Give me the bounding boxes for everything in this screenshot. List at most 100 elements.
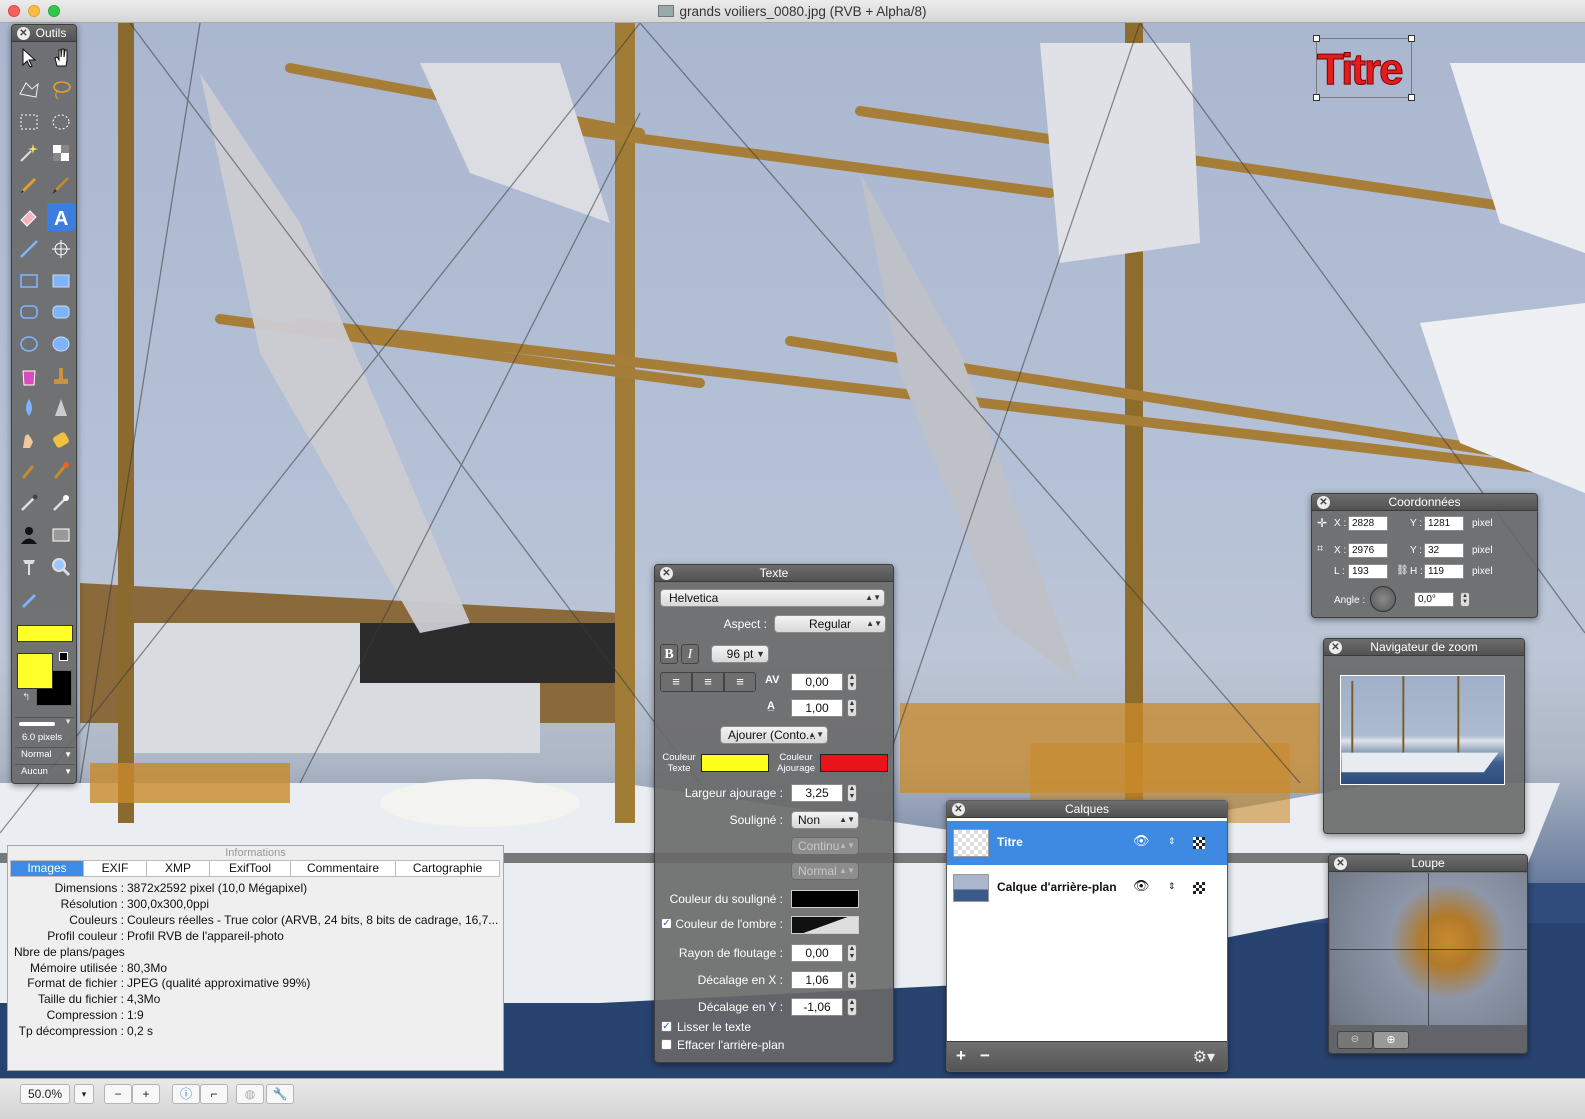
smooth-text-checkbox[interactable]: ✓ xyxy=(661,1021,672,1032)
layer-mask-icon[interactable] xyxy=(1193,882,1205,894)
tab-images[interactable]: Images xyxy=(11,861,84,876)
offset-y-field[interactable]: -1,06 xyxy=(791,998,843,1016)
info-icon[interactable]: ⓘ xyxy=(172,1084,200,1104)
tab-cartographie[interactable]: Cartographie xyxy=(396,861,499,876)
brush-size-selector[interactable]: ▼ xyxy=(15,717,74,729)
selection-y-field[interactable]: 32 xyxy=(1424,543,1464,558)
tool-sponge-icon[interactable] xyxy=(47,426,75,454)
layer-mask-icon[interactable] xyxy=(1193,837,1205,849)
text-color-swatch[interactable] xyxy=(701,754,769,772)
tool-rect-select-icon[interactable] xyxy=(15,108,43,136)
tool-filled-round-rect-icon[interactable] xyxy=(47,298,75,326)
blur-radius-field[interactable]: 0,00 xyxy=(791,944,843,962)
tool-text-icon[interactable]: A xyxy=(47,203,75,231)
zoom-level-field[interactable]: 50.0% xyxy=(20,1084,70,1104)
eye-icon[interactable]: 👁 xyxy=(1133,878,1150,894)
fill-mode-popup[interactable]: Aucun ▼ xyxy=(15,764,74,778)
tool-polygon-lasso-icon[interactable] xyxy=(15,76,43,104)
tool-magic-wand-icon[interactable] xyxy=(15,139,43,167)
offset-x-stepper[interactable]: ▲ ▼ xyxy=(847,971,857,989)
wrench-icon[interactable]: 🔧 xyxy=(266,1084,294,1104)
close-window-button[interactable] xyxy=(8,5,20,17)
tool-paint-bucket-icon[interactable] xyxy=(15,362,43,390)
tool-select-color-icon[interactable] xyxy=(47,139,75,167)
link-icon[interactable]: ⛓ xyxy=(1396,565,1409,576)
zoom-level-popup[interactable]: ▾ xyxy=(74,1084,94,1104)
tool-ellipse-icon[interactable] xyxy=(15,330,43,358)
bold-button[interactable]: B xyxy=(660,644,678,664)
tab-commentaire[interactable]: Commentaire xyxy=(291,861,396,876)
underline-style-popup[interactable]: Continu ▲▼ xyxy=(791,837,859,855)
kerning-stepper[interactable]: ▲ ▼ xyxy=(847,673,857,691)
tool-eyedropper-icon[interactable] xyxy=(15,489,43,517)
tool-silhouette-icon[interactable] xyxy=(15,521,43,549)
tool-arrow-select-icon[interactable] xyxy=(15,44,43,72)
handle-top-left[interactable] xyxy=(1313,35,1320,42)
underline-popup[interactable]: Non ▲▼ xyxy=(791,811,859,829)
zoom-in-button[interactable]: + xyxy=(132,1084,160,1104)
loupe-zoom-out-button[interactable]: ⊖ xyxy=(1337,1031,1373,1049)
reset-colors-icon[interactable] xyxy=(59,652,68,661)
height-field[interactable]: 119 xyxy=(1424,564,1464,579)
outline-width-stepper[interactable]: ▲ ▼ xyxy=(847,784,857,802)
align-center-button[interactable]: ≡ xyxy=(692,672,724,692)
font-size-combo[interactable]: 96 pt ▼ xyxy=(711,645,769,663)
tool-brush-icon[interactable] xyxy=(47,171,75,199)
title-text-layer[interactable]: Titre xyxy=(1313,35,1415,101)
erase-background-checkbox[interactable] xyxy=(661,1039,672,1050)
tool-crosshair-icon[interactable] xyxy=(47,235,75,263)
close-icon[interactable]: ✕ xyxy=(660,567,673,580)
close-icon[interactable]: ✕ xyxy=(1334,857,1347,870)
color-wheel-icon[interactable]: ◍ xyxy=(236,1084,264,1104)
handle-top-right[interactable] xyxy=(1408,35,1415,42)
angle-field[interactable]: 0,0° xyxy=(1414,592,1454,607)
italic-button[interactable]: I xyxy=(681,644,699,664)
minimize-window-button[interactable] xyxy=(28,5,40,17)
kerning-field[interactable]: 0,00 xyxy=(791,673,843,691)
add-layer-button[interactable]: + xyxy=(956,1046,966,1066)
tool-filled-rect-icon[interactable] xyxy=(47,267,75,295)
aspect-popup[interactable]: Regular ▲▼ xyxy=(774,615,886,633)
align-right-button[interactable]: ≡ xyxy=(724,672,756,692)
tool-pattern-icon[interactable] xyxy=(47,521,75,549)
tab-exiftool[interactable]: ExifTool xyxy=(210,861,291,876)
tool-dodge-icon[interactable] xyxy=(15,457,43,485)
handle-bottom-left[interactable] xyxy=(1313,94,1320,101)
tool-lasso-icon[interactable] xyxy=(47,76,75,104)
blend-mode-popup[interactable]: Normal ▼ xyxy=(15,747,74,761)
zoom-navigator-preview[interactable] xyxy=(1340,675,1505,785)
outline-width-field[interactable]: 3,25 xyxy=(791,784,843,802)
underline-mode-popup[interactable]: Normal ▲▼ xyxy=(791,862,859,880)
layer-row-titre[interactable]: Titre 👁 ⇕ xyxy=(947,821,1227,865)
tool-eraser-icon[interactable] xyxy=(15,203,43,231)
tool-gradient-icon[interactable] xyxy=(15,585,43,613)
tool-filled-ellipse-icon[interactable] xyxy=(47,330,75,358)
leading-stepper[interactable]: ▲ ▼ xyxy=(847,699,857,717)
angle-dial[interactable] xyxy=(1370,586,1396,612)
tool-smudge-icon[interactable] xyxy=(15,426,43,454)
underline-color-swatch[interactable] xyxy=(791,890,859,908)
zoom-window-button[interactable] xyxy=(48,5,60,17)
tab-xmp[interactable]: XMP xyxy=(147,861,210,876)
width-field[interactable]: 193 xyxy=(1348,564,1388,579)
tab-exif[interactable]: EXIF xyxy=(84,861,147,876)
tool-cone-icon[interactable] xyxy=(47,394,75,422)
close-icon[interactable]: ✕ xyxy=(1329,641,1342,654)
fg-color-swatch-large[interactable] xyxy=(17,625,73,642)
tool-line-icon[interactable] xyxy=(15,235,43,263)
layer-row-background[interactable]: Calque d'arrière-plan 👁 ⇕ xyxy=(947,866,1227,910)
tool-stamp-icon[interactable] xyxy=(47,362,75,390)
tool-rect-icon[interactable] xyxy=(15,267,43,295)
tool-hand-icon[interactable] xyxy=(47,44,75,72)
shadow-color-swatch[interactable] xyxy=(791,916,859,934)
handle-bottom-right[interactable] xyxy=(1408,94,1415,101)
font-family-popup[interactable]: Helvetica ▲▼ xyxy=(660,589,885,607)
offset-y-stepper[interactable]: ▲ ▼ xyxy=(847,998,857,1016)
blur-radius-stepper[interactable]: ▲ ▼ xyxy=(847,944,857,962)
tool-drop-icon[interactable] xyxy=(15,394,43,422)
close-icon[interactable]: ✕ xyxy=(17,27,30,40)
tool-burn-icon[interactable] xyxy=(47,457,75,485)
zoom-out-button[interactable]: − xyxy=(104,1084,132,1104)
tool-pencil-icon[interactable] xyxy=(15,171,43,199)
align-left-button[interactable]: ≡ xyxy=(660,672,692,692)
